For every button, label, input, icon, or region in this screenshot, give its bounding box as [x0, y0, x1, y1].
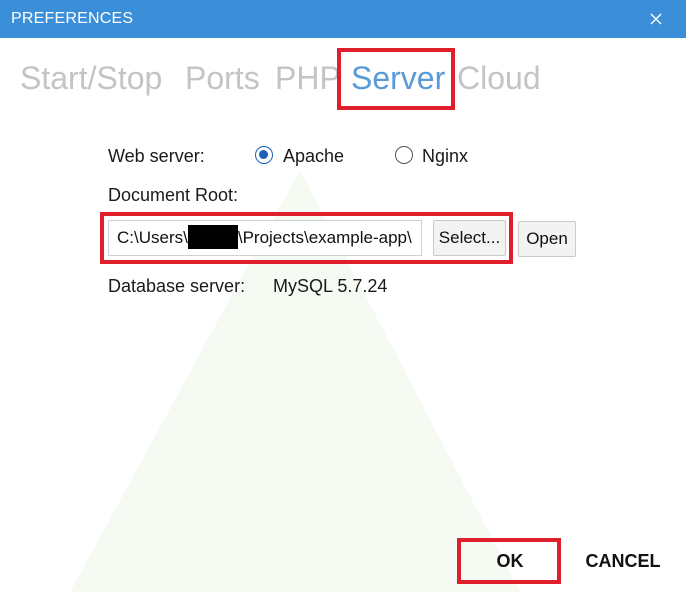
nginx-radio[interactable]	[395, 146, 413, 164]
server-tab-highlight	[337, 48, 455, 110]
tab-php[interactable]: PHP	[275, 55, 341, 101]
nginx-radio-label[interactable]: Nginx	[422, 146, 468, 167]
cancel-button[interactable]: CANCEL	[580, 543, 666, 579]
window-title: PREFERENCES	[11, 10, 134, 27]
database-server-label: Database server:	[108, 276, 246, 296]
tab-cloud[interactable]: Cloud	[457, 55, 541, 101]
apache-radio-label[interactable]: Apache	[283, 146, 344, 167]
web-server-label: Web server:	[108, 146, 205, 166]
open-folder-button[interactable]: Open	[518, 221, 576, 257]
apache-radio[interactable]	[255, 146, 273, 164]
tab-start-stop[interactable]: Start/Stop	[20, 55, 162, 101]
database-server-value: MySQL 5.7.24	[273, 276, 388, 296]
close-icon[interactable]	[648, 11, 664, 27]
tab-ports[interactable]: Ports	[185, 55, 260, 101]
document-root-label: Document Root:	[108, 185, 239, 205]
document-root-highlight	[100, 212, 513, 264]
ok-button-highlight	[457, 538, 561, 584]
title-bar: PREFERENCES	[0, 0, 686, 38]
